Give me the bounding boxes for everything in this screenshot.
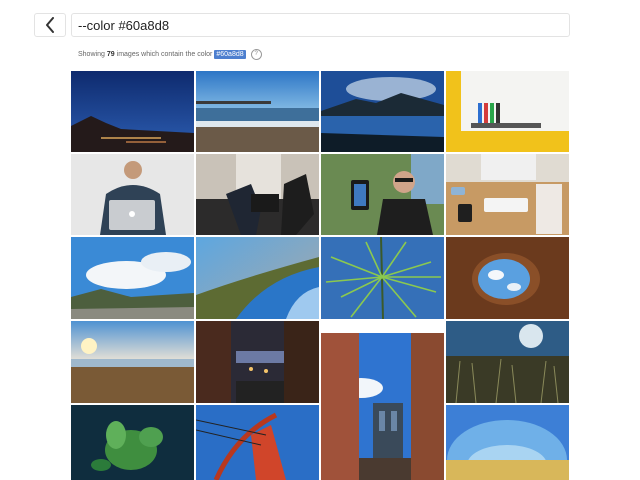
results-text: images which contain the color [116, 50, 213, 58]
image-mountain-lake[interactable] [321, 71, 444, 152]
image-sunset-beach[interactable] [71, 321, 194, 403]
image-bridge-city[interactable] [321, 333, 444, 480]
image-night-coast[interactable] [71, 71, 194, 152]
image-woman-phone[interactable] [321, 154, 444, 235]
image-green-plant[interactable] [71, 405, 194, 480]
image-red-bridge[interactable] [196, 405, 319, 480]
image-wide-beach[interactable] [446, 405, 569, 480]
search-input[interactable] [71, 13, 570, 37]
back-button[interactable] [34, 13, 66, 37]
chevron-left-icon [46, 17, 54, 33]
image-pine-needles[interactable] [321, 237, 444, 319]
results-prefix: Showing [78, 50, 105, 58]
color-tag[interactable]: #60a8d8 [214, 49, 246, 59]
image-grass-field[interactable] [446, 321, 569, 403]
image-blue-curve[interactable] [196, 237, 319, 319]
image-man-laptop[interactable] [71, 154, 194, 235]
results-summary: Showing 79 images which contain the colo… [78, 48, 262, 60]
image-rock-sky-hole[interactable] [446, 237, 569, 319]
image-night-street[interactable] [196, 321, 319, 403]
help-icon[interactable]: ? [250, 48, 262, 60]
results-count: 79 [106, 50, 115, 58]
image-people-couch[interactable] [196, 154, 319, 235]
image-beach-pier[interactable] [196, 71, 319, 152]
image-clouds-hills[interactable] [71, 237, 194, 319]
image-desk-imac[interactable] [446, 154, 569, 235]
image-whiteboard-markers[interactable] [446, 71, 569, 152]
